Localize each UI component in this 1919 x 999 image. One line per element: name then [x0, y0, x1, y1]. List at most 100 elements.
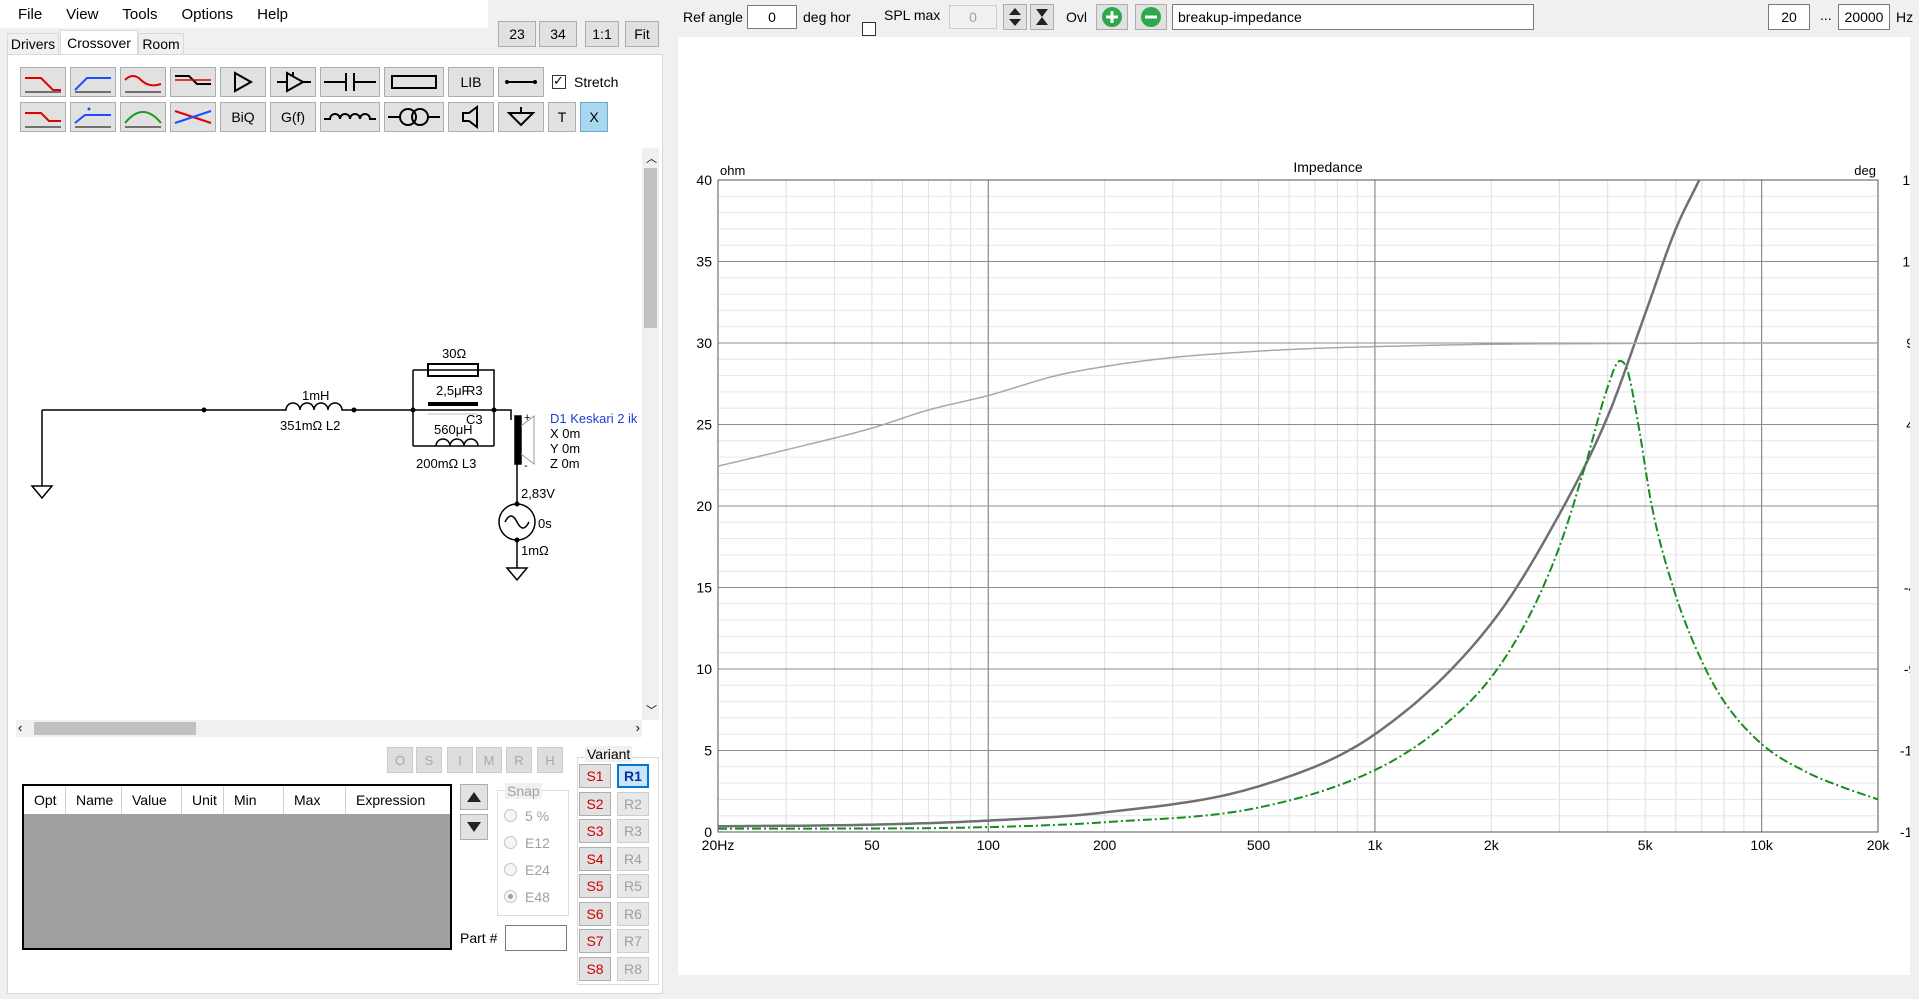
variant-r5-button[interactable]: R5: [617, 874, 649, 898]
zoom-34-button[interactable]: 34: [539, 21, 577, 47]
schematic-vscroll[interactable]: ︿ ﹀: [642, 148, 659, 720]
hscroll-thumb[interactable]: [34, 722, 196, 735]
x-tick-label: 500: [1247, 837, 1271, 853]
stretch-checkbox[interactable]: [552, 73, 566, 89]
move-down-button[interactable]: [460, 814, 488, 840]
schematic-canvas[interactable]: 1mH 351mΩ L2 30Ω 2,5μF R3 C3 560μH 200mΩ…: [16, 148, 642, 720]
scroll-right-icon[interactable]: ›: [636, 720, 640, 735]
snap-options: 5 % E12 E24 E48: [504, 802, 550, 910]
y-tick-label-left: 0: [704, 824, 712, 840]
capacitor-button[interactable]: [320, 67, 380, 97]
part-number-label: Part #: [460, 930, 498, 946]
variant-s8-button[interactable]: S8: [579, 956, 611, 981]
tab-crossover[interactable]: Crossover: [60, 30, 138, 55]
snap-5pct[interactable]: 5 %: [504, 802, 550, 829]
part-number-input[interactable]: [505, 925, 567, 951]
notch-button[interactable]: [120, 67, 166, 97]
scroll-up-icon[interactable]: ︿: [646, 150, 657, 166]
snap-e48[interactable]: E48: [504, 883, 550, 910]
snap-e24[interactable]: E24: [504, 856, 550, 883]
freq-min-input[interactable]: 20: [1768, 4, 1810, 30]
parameter-table[interactable]: Opt Name Value Unit Min Max Expression: [22, 784, 452, 950]
y-tick-label-right: -180: [1900, 824, 1910, 840]
menu-help[interactable]: Help: [245, 6, 300, 23]
menu-tools[interactable]: Tools: [110, 6, 169, 23]
text-tool-button[interactable]: T: [548, 102, 576, 132]
lowpass-alt-button[interactable]: [20, 102, 66, 132]
transformer-button[interactable]: [384, 102, 444, 132]
opt-h-button[interactable]: H: [537, 747, 563, 773]
biquad-button[interactable]: BiQ: [220, 102, 266, 132]
y-tick-label-right: 135: [1902, 254, 1910, 270]
scroll-left-icon[interactable]: ‹: [18, 720, 22, 735]
ground-button[interactable]: [498, 102, 544, 132]
spl-up-down-button[interactable]: [1003, 4, 1027, 30]
ref-angle-label: Ref angle: [683, 9, 743, 25]
tab-room[interactable]: Room: [138, 33, 184, 55]
ref-angle-input[interactable]: 0: [747, 5, 797, 29]
zoom-23-button[interactable]: 23: [498, 21, 536, 47]
tab-drivers[interactable]: Drivers: [7, 33, 59, 55]
curve-name-input[interactable]: breakup-impedance: [1172, 4, 1534, 30]
menu-view[interactable]: View: [54, 6, 110, 23]
wire-button[interactable]: [498, 67, 544, 97]
variant-s5-button[interactable]: S5: [579, 874, 611, 898]
amplifier-button[interactable]: [220, 67, 266, 97]
y-axis-left-label: ohm: [720, 163, 745, 178]
resistor-button[interactable]: [384, 67, 444, 97]
opt-o-button[interactable]: O: [387, 747, 413, 773]
schematic-hscroll[interactable]: ‹ ›: [16, 720, 642, 737]
speaker-button[interactable]: [448, 102, 494, 132]
variant-s1-button[interactable]: S1: [579, 764, 611, 788]
variant-r6-button[interactable]: R6: [617, 901, 649, 926]
opt-r-button[interactable]: R: [506, 747, 532, 773]
lowpass-button[interactable]: [20, 67, 66, 97]
variant-r7-button[interactable]: R7: [617, 929, 649, 953]
spl-max-checkbox[interactable]: [862, 22, 876, 36]
variant-s2-button[interactable]: S2: [579, 791, 611, 816]
bandpass-button[interactable]: [120, 102, 166, 132]
scroll-down-icon[interactable]: ﹀: [646, 702, 657, 718]
shelf-button[interactable]: [170, 67, 216, 97]
opt-s-button[interactable]: S: [416, 747, 442, 773]
driver-x: X 0m: [550, 426, 581, 441]
highpass-button[interactable]: [70, 67, 116, 97]
opt-i-button[interactable]: I: [447, 747, 473, 773]
freq-max-input[interactable]: 20000: [1838, 4, 1890, 30]
allpass-button[interactable]: [170, 102, 216, 132]
snap-e12[interactable]: E12: [504, 829, 550, 856]
variant-s7-button[interactable]: S7: [579, 929, 611, 953]
zoom-1-1-button[interactable]: 1:1: [585, 21, 619, 47]
driver-y: Y 0m: [550, 441, 581, 456]
transfer-function-button[interactable]: G(f): [270, 102, 316, 132]
opamp-button[interactable]: [270, 67, 316, 97]
impedance-graph[interactable]: Impedance ohm deg 20Hz 50 100 200 500 1k 2k 5k 10k 2…: [678, 37, 1919, 975]
zoom-fit-button[interactable]: Fit: [625, 21, 659, 47]
move-up-button[interactable]: [460, 784, 488, 810]
variant-s6-button[interactable]: S6: [579, 901, 611, 926]
cross-tool-button[interactable]: X: [580, 102, 608, 132]
source-resistance: 1mΩ: [521, 543, 549, 558]
highpass-alt-button[interactable]: [70, 102, 116, 132]
vscroll-thumb[interactable]: [644, 168, 657, 328]
variant-s3-button[interactable]: S3: [579, 819, 611, 843]
variant-r2-button[interactable]: R2: [617, 791, 649, 816]
x-tick-label: 10k: [1750, 837, 1774, 853]
menu-options[interactable]: Options: [169, 6, 245, 23]
y-tick-label-left: 40: [696, 172, 712, 188]
variant-r4-button[interactable]: R4: [617, 846, 649, 871]
variant-r3-button[interactable]: R3: [617, 819, 649, 843]
remove-overlay-button[interactable]: [1135, 4, 1167, 30]
col-unit: Unit: [182, 786, 224, 814]
variant-r1-button[interactable]: R1: [617, 764, 649, 788]
inductor-button[interactable]: [320, 102, 380, 132]
variant-r8-button[interactable]: R8: [617, 956, 649, 981]
spl-collapse-button[interactable]: [1030, 4, 1054, 30]
add-overlay-button[interactable]: [1096, 4, 1128, 30]
spl-max-input[interactable]: 0: [949, 5, 997, 29]
opt-m-button[interactable]: M: [476, 747, 502, 773]
driver-label[interactable]: D1 Keskari 2 ik: [550, 411, 637, 426]
library-button[interactable]: LIB: [448, 67, 494, 97]
variant-s4-button[interactable]: S4: [579, 846, 611, 871]
menu-file[interactable]: File: [0, 6, 54, 23]
